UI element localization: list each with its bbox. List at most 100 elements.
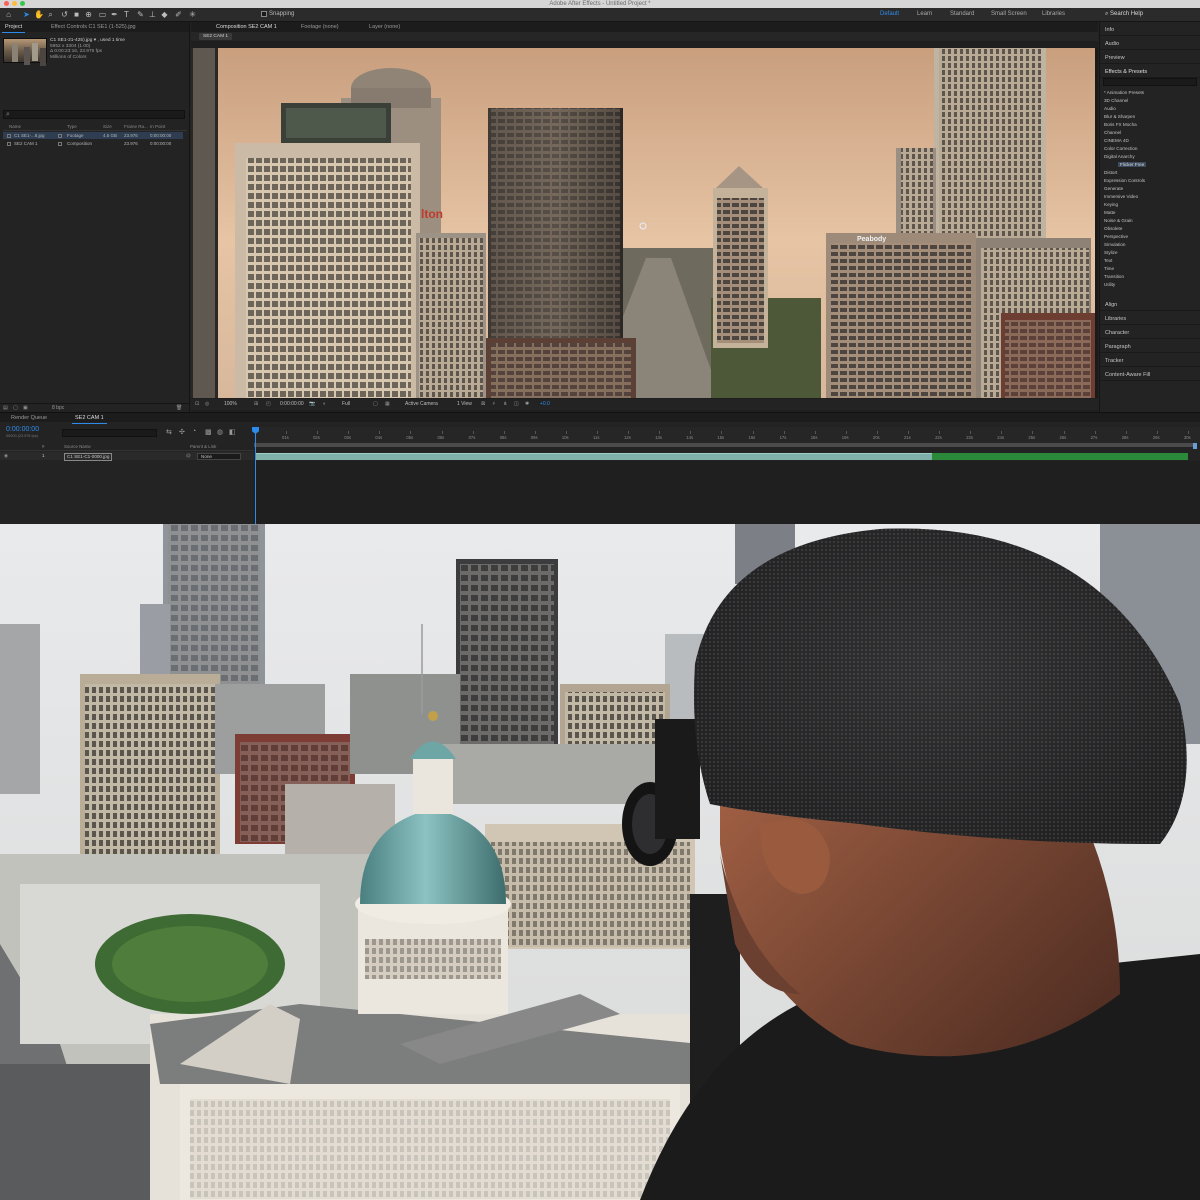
shy-icon[interactable]: ◔ xyxy=(192,428,196,435)
snapshot-icon[interactable]: ◰ xyxy=(266,401,271,407)
camera-tool-icon[interactable]: ■ xyxy=(72,10,81,19)
new-folder-icon[interactable]: ▢ xyxy=(13,405,18,411)
home-icon[interactable]: ⌂ xyxy=(4,10,13,19)
project-item-row[interactable]: SE2 CAM 1 Composition 23.976 0:00:00:00 xyxy=(3,140,183,147)
column-name[interactable]: Name xyxy=(9,124,21,129)
puppet-tool-icon[interactable]: ✳ xyxy=(188,10,197,19)
timeline-track-area[interactable] xyxy=(254,461,1200,524)
region-of-interest-icon[interactable]: ▢ xyxy=(373,401,378,407)
bit-depth-label[interactable]: 8 bpc xyxy=(52,405,64,411)
effects-category[interactable]: Distort xyxy=(1104,169,1199,177)
layer-duration-bar[interactable] xyxy=(256,453,932,460)
snapping-toggle[interactable]: Snapping xyxy=(261,11,294,17)
pick-whip-icon[interactable]: @ xyxy=(186,453,191,458)
content-aware-fill-panel-header[interactable]: Content-Aware Fill xyxy=(1100,369,1200,381)
tab-render-queue[interactable]: Render Queue xyxy=(8,414,50,423)
search-help-field[interactable]: ⌕ Search Help xyxy=(1105,11,1195,19)
graph-editor-icon[interactable]: ◧ xyxy=(229,428,236,436)
effects-category[interactable]: Blur & Sharpen xyxy=(1104,113,1199,121)
pen-tool-icon[interactable]: ✒ xyxy=(110,10,119,19)
tab-footage[interactable]: Footage (none) xyxy=(298,23,342,32)
effects-category[interactable]: Simulation xyxy=(1104,241,1199,249)
effects-category[interactable]: Generate xyxy=(1104,185,1199,193)
rotate-tool-icon[interactable]: ↺ xyxy=(60,10,69,19)
paragraph-panel-header[interactable]: Paragraph xyxy=(1100,341,1200,353)
effects-category[interactable]: Time xyxy=(1104,265,1199,273)
magnification-dropdown[interactable]: 100% xyxy=(224,401,237,407)
tab-timeline-comp[interactable]: SE2 CAM 1 xyxy=(72,414,107,424)
project-search-input[interactable]: ⌕ xyxy=(3,110,185,119)
effects-category[interactable]: Noise & Grain xyxy=(1104,217,1199,225)
workspace-libraries[interactable]: Libraries xyxy=(1042,11,1065,17)
draft-3d-icon[interactable]: ✣ xyxy=(179,428,185,436)
effects-category[interactable]: Channel xyxy=(1104,129,1199,137)
visibility-eye-icon[interactable]: ◉ xyxy=(4,453,8,459)
effects-category[interactable]: Immersive Video xyxy=(1104,193,1199,201)
current-time-indicator[interactable] xyxy=(255,427,256,524)
camera-dropdown[interactable]: Active Camera xyxy=(405,401,438,407)
effects-category[interactable]: Audio xyxy=(1104,105,1199,113)
current-time-display[interactable]: 0:00:00:00 xyxy=(6,426,39,433)
tab-project[interactable]: Project xyxy=(2,23,26,33)
effects-category[interactable]: Text xyxy=(1104,257,1199,265)
column-source-name[interactable]: Source Name xyxy=(64,444,91,449)
color-channel-icon[interactable]: ◐ xyxy=(323,401,326,407)
effects-presets-header[interactable]: Effects & Presets xyxy=(1100,66,1200,78)
toggle-pixel-aspect-icon[interactable]: ⊠ xyxy=(481,401,485,407)
effects-item[interactable]: Flicker Free xyxy=(1104,161,1199,169)
effects-category[interactable]: Perspective xyxy=(1104,233,1199,241)
time-ruler[interactable]: 01s 02s 03s 04s 05s 06s 07s 08s 09s 10s 11s 12s 13s 1… xyxy=(254,427,1200,443)
zoom-window-button[interactable] xyxy=(20,1,25,6)
audio-panel-header[interactable]: Audio xyxy=(1100,38,1200,50)
breadcrumb[interactable]: SE2 CAM 1 xyxy=(199,33,233,40)
text-tool-icon[interactable]: T xyxy=(122,10,131,19)
work-area-bar[interactable] xyxy=(254,443,1194,447)
column-type[interactable]: Type xyxy=(67,124,77,129)
roto-brush-tool-icon[interactable]: ✐ xyxy=(174,10,183,19)
parent-dropdown[interactable]: None xyxy=(197,452,241,460)
column-parent-link[interactable]: Parent & Link xyxy=(190,444,216,449)
libraries-panel-header[interactable]: Libraries xyxy=(1100,313,1200,325)
viewer-timecode[interactable]: 0:00:00:00 xyxy=(280,401,304,407)
close-window-button[interactable] xyxy=(4,1,9,6)
exposure-value[interactable]: +0.0 xyxy=(540,401,550,407)
workspace-standard[interactable]: Standard xyxy=(950,11,974,17)
snapping-checkbox[interactable] xyxy=(261,11,267,17)
mask-icon[interactable]: ◎ xyxy=(205,401,209,407)
column-in-point[interactable]: In Point xyxy=(150,124,165,129)
camera-snapshot-icon[interactable]: 📷 xyxy=(309,401,315,407)
tab-composition[interactable]: Composition SE2 CAM 1 xyxy=(213,23,280,33)
interpret-footage-icon[interactable]: ▤ xyxy=(3,405,8,411)
fast-previews-icon[interactable]: ⚡ xyxy=(492,401,496,407)
tracker-panel-header[interactable]: Tracker xyxy=(1100,355,1200,367)
workspace-default[interactable]: Default xyxy=(880,11,899,17)
effects-category[interactable]: Color Correction xyxy=(1104,145,1199,153)
flowchart-icon[interactable]: ⋔ xyxy=(503,401,507,407)
effects-category[interactable]: Boris FX Mocha xyxy=(1104,121,1199,129)
effects-category[interactable]: Keying xyxy=(1104,201,1199,209)
resolution-dropdown[interactable]: Full xyxy=(342,401,350,407)
column-size[interactable]: Size xyxy=(103,124,112,129)
timeline-icon[interactable]: ◫ xyxy=(514,401,519,407)
layer-name[interactable]: C1 SE1-C1-0000.jpg xyxy=(64,452,113,461)
effects-category[interactable]: Obsolete xyxy=(1104,225,1199,233)
effects-search-input[interactable] xyxy=(1103,78,1197,86)
info-panel-header[interactable]: Info xyxy=(1100,24,1200,36)
minimize-window-button[interactable] xyxy=(12,1,17,6)
motion-blur-icon[interactable]: ◍ xyxy=(217,428,223,436)
workspace-learn[interactable]: Learn xyxy=(917,11,932,17)
zoom-tool-icon[interactable]: ⌕ xyxy=(46,10,55,19)
comp-mini-flowchart-icon[interactable]: ⇆ xyxy=(166,428,172,436)
trash-icon[interactable]: 🗑 xyxy=(176,405,182,411)
new-composition-icon[interactable]: ▣ xyxy=(23,405,28,411)
effects-category[interactable]: Transition xyxy=(1104,273,1199,281)
preview-panel-header[interactable]: Preview xyxy=(1100,52,1200,64)
transparency-grid-icon[interactable]: ▦ xyxy=(385,401,390,407)
effects-category[interactable]: * Animation Presets xyxy=(1104,89,1199,97)
rectangle-tool-icon[interactable]: ▭ xyxy=(98,10,107,19)
align-panel-header[interactable]: Align xyxy=(1100,299,1200,311)
effects-category[interactable]: Digital Anarchy xyxy=(1104,153,1199,161)
effects-category[interactable]: CINEMA 4D xyxy=(1104,137,1199,145)
composition-viewer[interactable]: lton Peabody xyxy=(191,48,1098,398)
view-layout-dropdown[interactable]: 1 View xyxy=(457,401,472,407)
